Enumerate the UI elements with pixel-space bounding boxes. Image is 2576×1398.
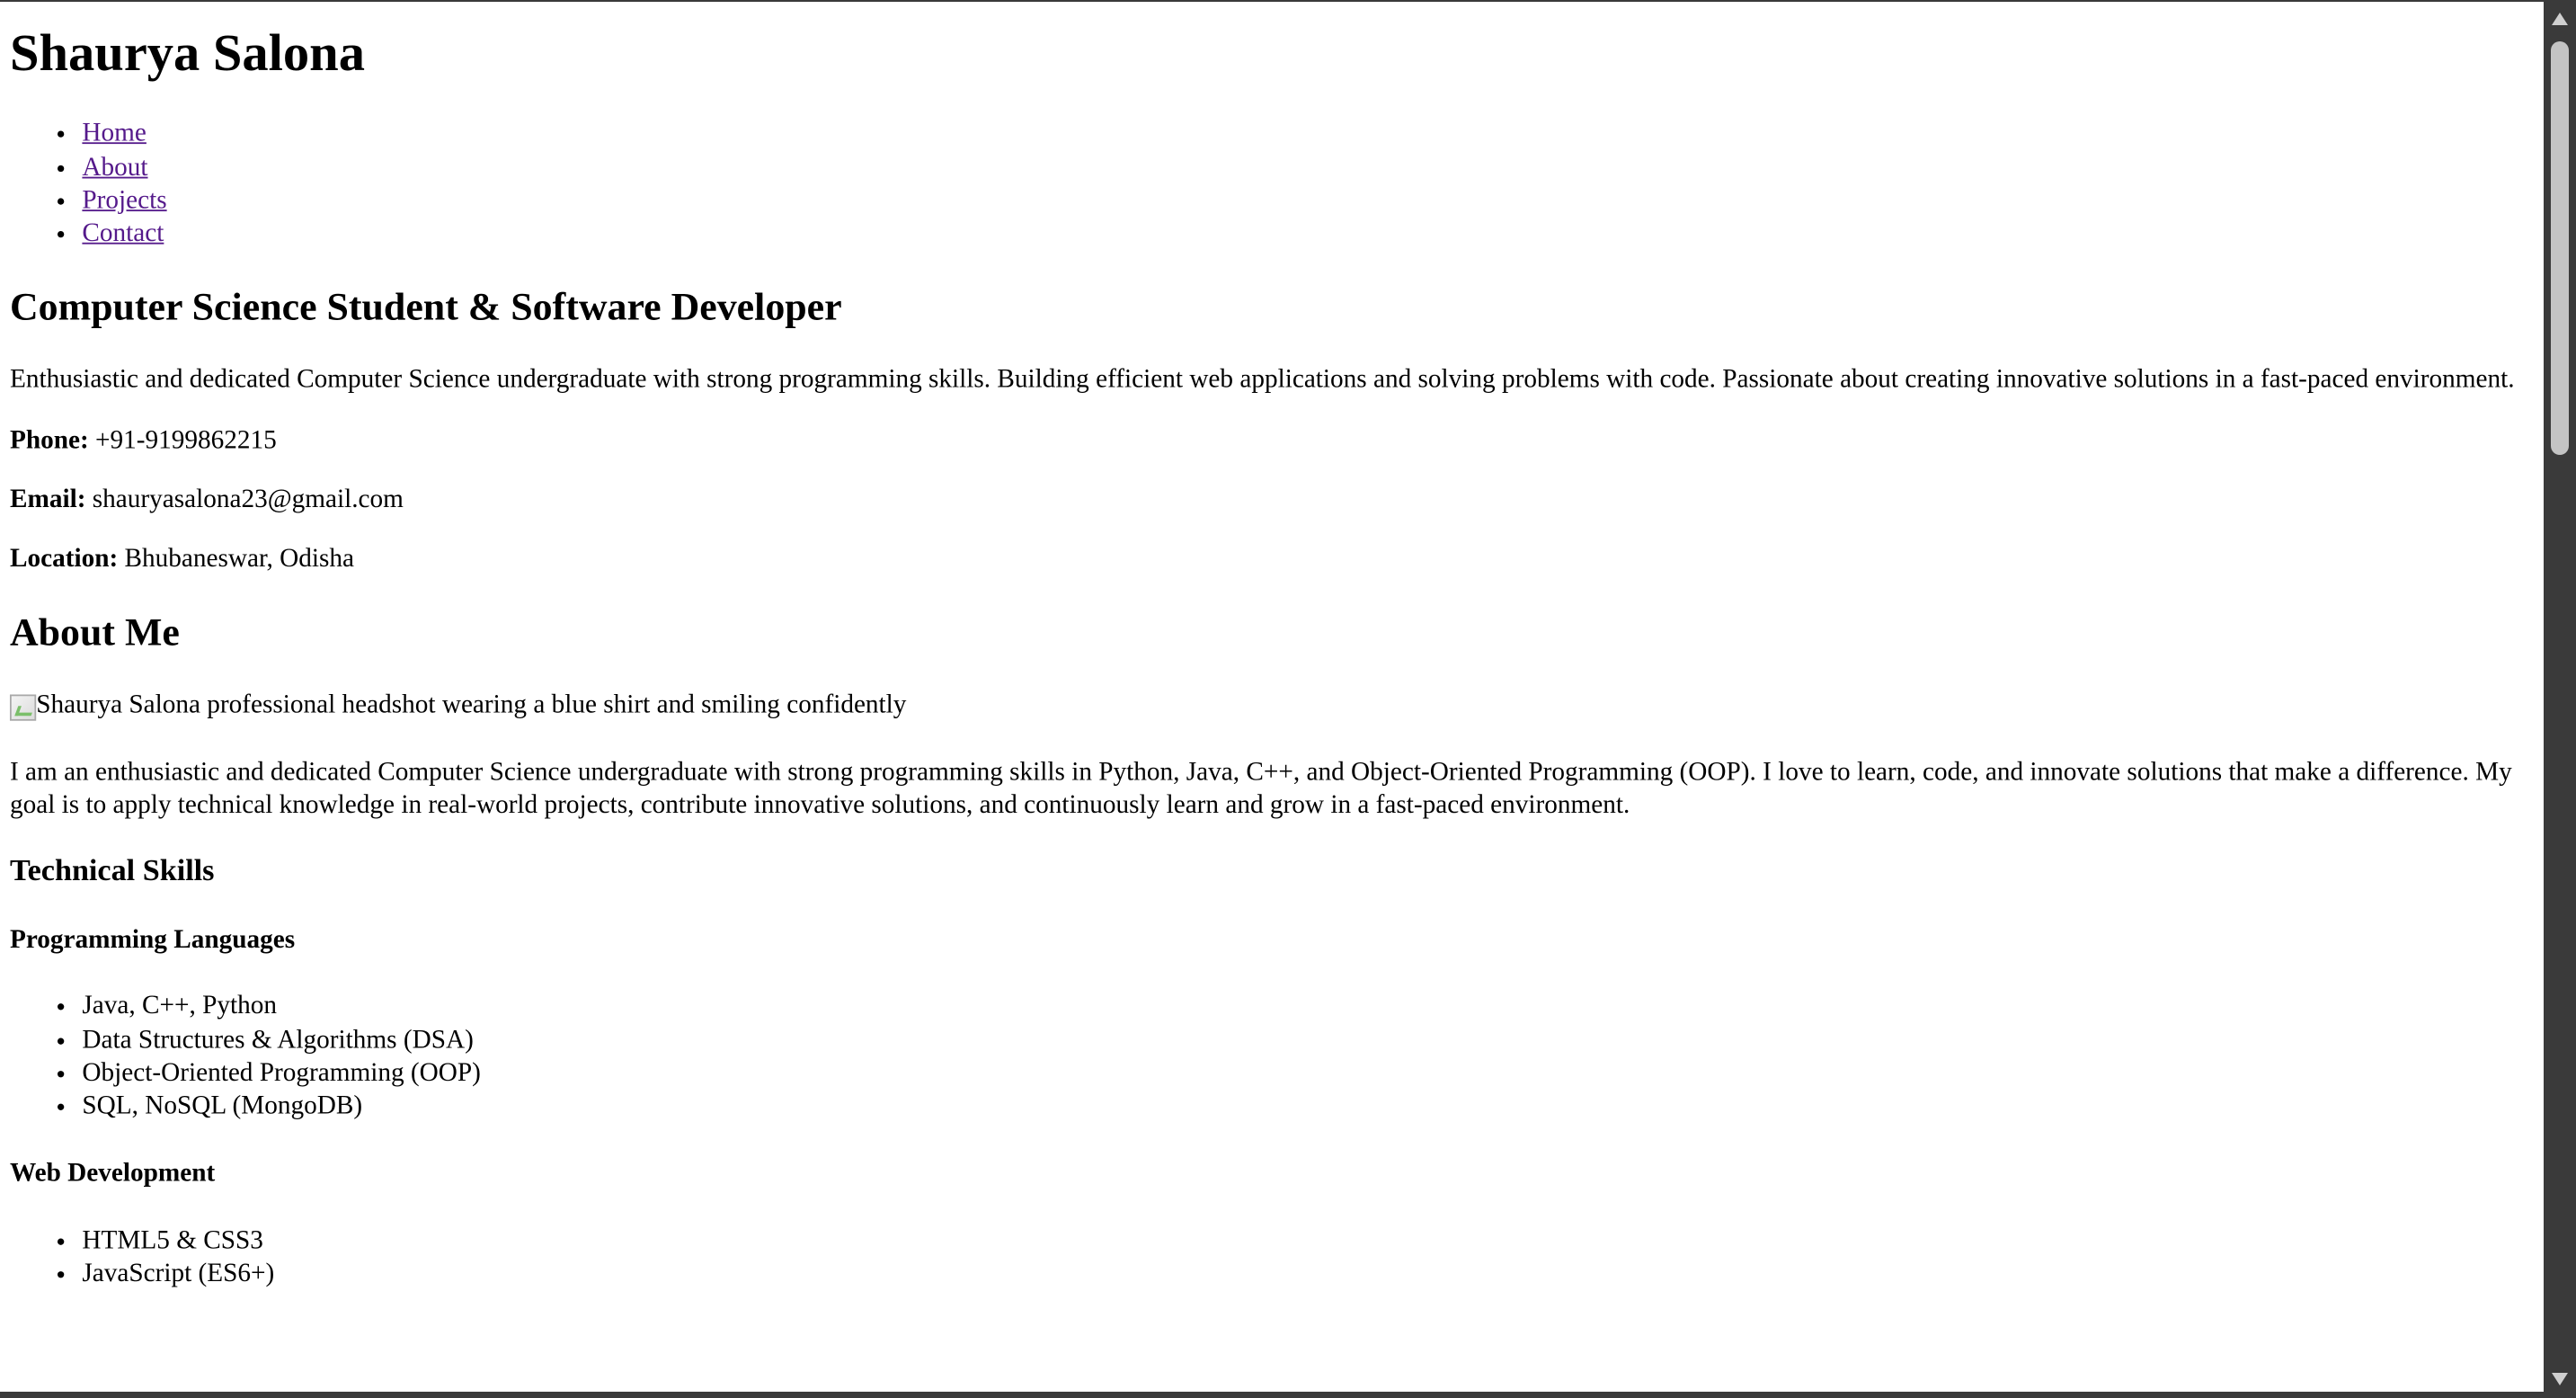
page-content: Shaurya Salona Home About Projects Conta…	[0, 21, 2544, 1292]
main-nav: Home About Projects Contact	[10, 119, 2534, 253]
nav-item-projects: Projects	[82, 185, 2533, 218]
nav-item-contact: Contact	[82, 218, 2533, 252]
phone-label: Phone:	[9, 426, 89, 455]
location-value: Bhubaneswar, Odisha	[118, 545, 355, 574]
skills-list-web: HTML5 & CSS3 JavaScript (ES6+)	[10, 1224, 2534, 1291]
list-item: Object-Oriented Programming (OOP)	[82, 1057, 2533, 1091]
skills-heading: Technical Skills	[9, 853, 215, 888]
list-item: HTML5 & CSS3	[82, 1224, 2533, 1258]
contact-phone: Phone: +91-9199862215	[10, 424, 2534, 458]
list-item: JavaScript (ES6+)	[82, 1258, 2533, 1291]
list-item: Java, C++, Python	[82, 991, 2533, 1024]
headshot-image: Shaurya Salona professional headshot wea…	[9, 690, 2534, 731]
nav-item-home: Home	[82, 119, 2533, 152]
about-bio: I am an enthusiastic and dedicated Compu…	[9, 758, 2512, 820]
list-item: Data Structures & Algorithms (DSA)	[82, 1024, 2533, 1057]
broken-image-icon	[9, 693, 37, 721]
nav-link-home[interactable]: Home	[82, 120, 146, 147]
email-value: shauryasalona23@gmail.com	[85, 485, 404, 514]
headshot-alt-text: Shaurya Salona professional headshot wea…	[36, 691, 907, 720]
location-label: Location:	[9, 545, 119, 574]
contact-email: Email: shauryasalona23@gmail.com	[10, 485, 2534, 518]
nav-link-contact[interactable]: Contact	[82, 220, 164, 248]
skills-list-programming: Java, C++, Python Data Structures & Algo…	[10, 991, 2534, 1125]
page-title: Shaurya Salona	[9, 22, 365, 82]
nav-item-about: About	[82, 152, 2533, 185]
contact-location: Location: Bhubaneswar, Odisha	[10, 544, 2534, 577]
about-heading: About Me	[9, 611, 180, 655]
list-item: SQL, NoSQL (MongoDB)	[82, 1091, 2533, 1124]
scroll-up-arrow-icon[interactable]	[2552, 13, 2568, 25]
nav-link-projects[interactable]: Projects	[82, 187, 166, 215]
hero-intro: Enthusiastic and dedicated Computer Scie…	[9, 366, 2515, 395]
skills-group-title: Web Development	[9, 1160, 216, 1189]
phone-value: +91-9199862215	[88, 426, 277, 455]
scrollbar-thumb[interactable]	[2551, 41, 2569, 455]
window-bottom-edge	[0, 1392, 2544, 1398]
vertical-scrollbar[interactable]	[2544, 0, 2576, 1398]
email-label: Email:	[9, 485, 86, 514]
nav-link-about[interactable]: About	[82, 154, 147, 182]
skills-group-title: Programming Languages	[9, 926, 296, 955]
hero-heading: Computer Science Student & Software Deve…	[9, 286, 842, 330]
scroll-down-arrow-icon[interactable]	[2552, 1373, 2568, 1385]
page-viewport: Shaurya Salona Home About Projects Conta…	[0, 2, 2544, 1392]
